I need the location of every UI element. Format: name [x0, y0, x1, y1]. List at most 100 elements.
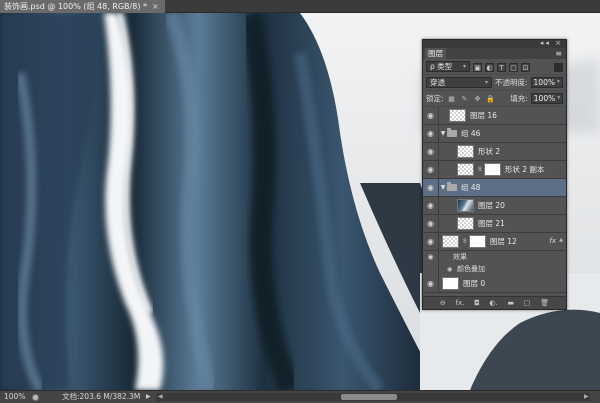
lock-image-icon[interactable]: ✎ [460, 95, 470, 103]
visibility-eye-icon[interactable]: ◉ [423, 196, 439, 215]
fx-badge[interactable]: fx [549, 237, 556, 245]
layer-thumbnail [442, 277, 459, 290]
layer-mask-thumbnail[interactable] [468, 235, 486, 248]
docinfo-icon[interactable] [32, 394, 39, 401]
effect-name: 颜色叠加 [457, 265, 485, 273]
group-row-selected[interactable]: ◉ ▼ 组 48 [423, 178, 566, 197]
layer-name[interactable]: 图层 0 [463, 278, 485, 289]
lock-fill-row: 锁定: ▦ ✎ ✥ 🔒 填充: 100% ▾ [423, 91, 566, 107]
layer-name[interactable]: 图层 21 [478, 218, 505, 229]
chevron-up-icon[interactable]: ▲ [559, 237, 563, 243]
layer-name[interactable]: 图层 12 [490, 236, 517, 247]
effect-item-row[interactable]: ◉ 颜色叠加 [423, 263, 566, 275]
horizontal-scrollbar[interactable] [156, 393, 590, 401]
scroll-left-icon[interactable]: ◀ [158, 391, 163, 403]
layer-row[interactable]: ◉ 图层 0 [423, 274, 566, 293]
chevron-down-icon: ▾ [462, 63, 466, 70]
layer-name[interactable]: 图层 16 [470, 110, 497, 121]
lock-position-icon[interactable]: ✥ [473, 95, 483, 103]
smart-filter-icon[interactable]: ⊡ [521, 62, 530, 72]
panel-footer: ⊖ fx. ◘ ◐. ▬ ▢ 🗑 [423, 296, 566, 309]
document-tab-bar: 装饰画.psd @ 100% (组 48, RGB/8) * × [0, 0, 600, 13]
adjustment-filter-icon[interactable]: ◐ [485, 62, 494, 72]
layer-name[interactable]: 图层 20 [478, 200, 505, 211]
filter-toggle-icon[interactable] [554, 62, 563, 72]
visibility-eye-icon[interactable]: ◉ [423, 251, 439, 263]
link-icon[interactable]: ⊖ [440, 299, 446, 307]
chevron-down-icon: ▾ [557, 95, 560, 101]
folder-icon[interactable]: ▬ [507, 299, 514, 307]
visibility-eye-icon[interactable]: ◉ [423, 160, 439, 179]
chevron-down-icon: ▾ [484, 79, 488, 86]
fill-field[interactable]: 100% ▾ [530, 93, 563, 104]
adjustment-icon[interactable]: ◐. [489, 299, 497, 307]
fx-icon[interactable]: fx. [456, 299, 465, 307]
type-filter-icon[interactable]: T [497, 62, 506, 72]
layer-filter-row: ρ 类型 ▾ ▣ ◐ T ▢ ⊡ [423, 59, 566, 75]
pixel-filter-icon[interactable]: ▣ [473, 62, 482, 72]
layer-row[interactable]: ◉ 图层 20 [423, 196, 566, 215]
scroll-right-icon[interactable]: ▶ [584, 391, 589, 403]
panel-tab-row: 图层 ≡ [423, 48, 566, 59]
visibility-eye-icon[interactable]: ◉ [423, 214, 439, 233]
link-chain-icon: 8 [463, 238, 467, 245]
layer-name[interactable]: 形状 2 [478, 146, 500, 157]
layer-row[interactable]: ◉ 形状 2 [423, 142, 566, 161]
effects-label: 效果 [453, 253, 467, 261]
shape-filter-icon[interactable]: ▢ [509, 62, 518, 72]
blend-mode-value: 穿透 [430, 78, 445, 87]
opacity-label: 不透明度: [495, 78, 528, 87]
panel-titlebar[interactable]: ◂◂ × [423, 39, 566, 48]
visibility-eye-icon[interactable]: ◉ [423, 232, 439, 251]
lock-transparent-icon[interactable]: ▦ [447, 95, 457, 103]
visibility-eye-icon[interactable] [423, 263, 439, 275]
layer-thumbnail [457, 199, 474, 212]
expand-triangle-icon[interactable]: ▼ [439, 130, 447, 137]
lock-all-icon[interactable]: 🔒 [486, 95, 496, 103]
opacity-field[interactable]: 100% ▾ [530, 77, 563, 88]
visibility-eye-icon[interactable]: ◉ [423, 106, 439, 125]
zoom-level[interactable]: 100% [4, 391, 25, 403]
chevron-down-icon: ▾ [556, 79, 560, 85]
layer-thumbnail [442, 235, 459, 248]
status-bar: 100% 文档:203.6 M/382.3M ▶ ◀ ▶ [0, 390, 600, 403]
layer-thumbnail [449, 109, 466, 122]
filter-kind-select[interactable]: ρ 类型 ▾ [426, 61, 470, 72]
layer-thumbnail [457, 163, 474, 176]
folder-icon [447, 128, 457, 137]
status-menu-arrow-icon[interactable]: ▶ [146, 391, 151, 403]
folder-icon [447, 182, 457, 191]
layer-list[interactable]: ◉ 图层 16 ◉ ▼ 组 46 ◉ 形状 2 ◉ 8 形状 2 副本 ◉ ▼ … [423, 106, 566, 293]
group-name[interactable]: 组 46 [461, 128, 480, 139]
document-tab[interactable]: 装饰画.psd @ 100% (组 48, RGB/8) * × [0, 0, 165, 13]
tab-layers[interactable]: 图层 [425, 48, 446, 59]
document-tab-title: 装饰画.psd @ 100% (组 48, RGB/8) * [4, 2, 147, 11]
close-icon[interactable]: × [152, 0, 159, 13]
blend-mode-select[interactable]: 穿透 ▾ [426, 77, 492, 88]
mask-icon[interactable]: ◘ [474, 299, 480, 307]
layer-thumbnail [457, 145, 474, 158]
visibility-eye-icon[interactable]: ◉ [423, 124, 439, 143]
horizontal-scrollbar-thumb[interactable] [341, 394, 397, 400]
visibility-eye-icon[interactable]: ◉ [423, 274, 439, 293]
layer-name[interactable]: 形状 2 副本 [505, 164, 545, 175]
new-layer-icon[interactable]: ▢ [524, 299, 531, 307]
layer-row[interactable]: ◉ 8 图层 12 fx ▲ [423, 232, 566, 251]
effects-header-row[interactable]: ◉ 效果 [423, 251, 566, 263]
fill-label: 填充: [510, 94, 528, 103]
layer-mask-thumbnail[interactable] [483, 163, 501, 176]
expand-triangle-icon[interactable]: ▼ [439, 184, 447, 191]
opacity-value: 100% [533, 78, 555, 87]
effect-eye-icon[interactable]: ◉ [447, 266, 457, 273]
panel-menu-icon[interactable]: ≡ [555, 48, 562, 59]
group-name[interactable]: 组 48 [461, 182, 480, 193]
layer-row[interactable]: ◉ 图层 21 [423, 214, 566, 233]
group-row[interactable]: ◉ ▼ 组 46 [423, 124, 566, 143]
visibility-eye-icon[interactable]: ◉ [423, 178, 439, 197]
visibility-eye-icon[interactable]: ◉ [423, 142, 439, 161]
trash-icon[interactable]: 🗑 [540, 299, 549, 307]
layer-row[interactable]: ◉ 8 形状 2 副本 [423, 160, 566, 179]
layer-row[interactable]: ◉ 图层 16 [423, 106, 566, 125]
document-info: 文档:203.6 M/382.3M [62, 392, 141, 401]
panel-collapse-icon[interactable]: ◂◂ × [540, 39, 563, 47]
